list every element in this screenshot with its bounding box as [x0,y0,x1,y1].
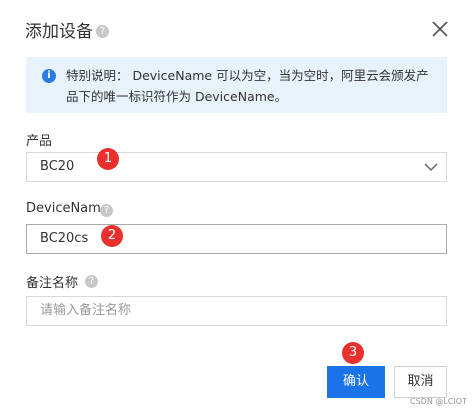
device-name-value: BC20cs [40,231,89,246]
device-name-input[interactable]: BC20cs [26,224,447,254]
info-notice: i 特别说明： DeviceName 可以为空，当为空时，阿里云会颁发产品下的唯… [26,57,447,113]
product-select[interactable]: BC20 [26,152,447,182]
cancel-button[interactable]: 取消 [394,366,447,398]
annotation-badge-2: 2 [101,225,123,247]
nickname-label: 备注名称 [26,276,79,291]
chevron-down-icon[interactable] [424,161,438,173]
device-name-label: DeviceName [26,201,109,216]
product-label: 产品 [26,134,53,149]
info-icon: i [42,69,56,83]
dialog-title: 添加设备 [25,22,93,42]
nickname-input[interactable]: 请输入备注名称 [26,296,447,326]
confirm-button[interactable]: 确认 [327,366,385,398]
watermark: CSDN @LCIOT [410,397,467,406]
annotation-badge-3: 3 [342,342,364,364]
product-select-value: BC20 [40,159,75,174]
close-icon[interactable] [428,17,452,41]
add-device-dialog: 添加设备 ? i 特别说明： DeviceName 可以为空，当为空时，阿里云会… [0,0,474,408]
device-name-help-icon[interactable]: ? [100,204,113,217]
title-help-icon[interactable]: ? [96,25,109,38]
annotation-badge-1: 1 [97,148,119,170]
nickname-help-icon[interactable]: ? [85,275,98,288]
nickname-placeholder: 请输入备注名称 [40,303,132,318]
info-notice-text: 特别说明： DeviceName 可以为空，当为空时，阿里云会颁发产品下的唯一标… [66,68,429,104]
